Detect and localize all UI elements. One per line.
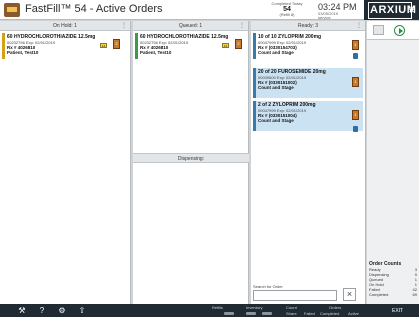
patient-name: Count and Stage	[258, 85, 294, 90]
date-sub: service	[318, 15, 331, 20]
side-panel: Order Counts Ready 3 Dispensing 0 Queued 1 …	[367, 21, 419, 304]
hamburger-icon[interactable]: ☰	[409, 6, 415, 14]
bin-icon[interactable]	[373, 25, 384, 35]
share-tab[interactable]: Share	[286, 311, 297, 316]
on-hold-column: On Hold: 1 ⋮ 60 HYDROCHLOROTHIAZIDE 12.5…	[0, 21, 131, 304]
order-card[interactable]: 60 HYDROCHLOROTHIAZIDE 12.5mg 00232756 E…	[2, 33, 128, 59]
active-tab[interactable]: Active	[348, 311, 359, 316]
exit-button[interactable]: EXIT	[392, 308, 403, 314]
wrench-icon[interactable]: ⚒	[18, 307, 26, 315]
trash-icon[interactable]	[353, 126, 358, 132]
play-icon[interactable]	[394, 25, 405, 36]
side-controls	[367, 21, 419, 40]
ready-column: Ready: 3 ⋮ 10 of 10 ZYLOPRIM 200mg 00047…	[251, 21, 366, 304]
orders-label[interactable]: Orders	[329, 305, 341, 310]
priority-tag: 14	[100, 43, 107, 48]
help-icon[interactable]: ?	[38, 307, 46, 315]
on-hold-header: On Hold: 1 ⋮	[0, 21, 130, 31]
app-header: FastFill™ 54 - Active Orders Completed T…	[0, 0, 419, 20]
clear-search-button[interactable]: ×	[343, 288, 356, 301]
gear-icon[interactable]: ⚙	[58, 307, 66, 315]
order-card-selected[interactable]: 2 of 2 ZYLOPRIM 200mg 00047999 Exp: 02/0…	[253, 101, 363, 131]
kebab-menu-icon[interactable]: ⋮	[356, 21, 362, 31]
inventory-tab-2[interactable]	[262, 312, 272, 315]
kebab-menu-icon[interactable]: ⋮	[239, 21, 245, 31]
search-label: Search for Order	[253, 284, 283, 289]
vial-bin-icon: 1	[352, 40, 359, 50]
on-hold-title: On Hold: 1	[53, 23, 77, 29]
inventory-label[interactable]: Inventory	[246, 305, 262, 310]
patient-name: Count and Stage	[258, 50, 294, 55]
fastfill-app: FastFill™ 54 - Active Orders Completed T…	[0, 0, 419, 317]
priority-tag: 14	[222, 43, 229, 48]
ready-header: Ready: 3 ⋮	[251, 21, 365, 31]
queued-header: Queued: 1 ⋮	[133, 21, 248, 31]
ready-title: Ready: 3	[297, 23, 318, 29]
vial-bin-icon: 1	[352, 110, 359, 120]
dispensing-header: Dispensing:	[133, 153, 249, 163]
search-input[interactable]	[253, 290, 337, 301]
refills-label[interactable]: Refills	[212, 305, 223, 310]
refills-tab[interactable]	[224, 312, 234, 315]
vial-bin-icon: 2	[235, 39, 242, 49]
completed-sub: (Refill 8)	[279, 12, 295, 17]
order-card[interactable]: 10 of 10 ZYLOPRIM 200mg 00047999 Exp: 02…	[253, 33, 363, 59]
brand-panel: ARXIUM ☰	[364, 0, 419, 20]
order-card[interactable]: 60 HYDROCHLOROTHIAZIDE 12.5mg 00232756 E…	[135, 33, 246, 59]
upload-icon[interactable]: ⇧	[78, 307, 86, 315]
inventory-tab[interactable]	[246, 312, 256, 315]
order-counts: Order Counts Ready 3 Dispensing 0 Queued 1 …	[369, 261, 419, 297]
completed-today-stat: Completed Today 54 (Refill 8)	[261, 2, 313, 17]
bottom-toolbar: ⚒ ? ⚙ ⇧ Refills Inventory Count Orders S…	[0, 304, 419, 317]
vial-bin-icon: 1	[352, 77, 359, 87]
patient-name: Count and Stage	[258, 118, 294, 123]
kebab-menu-icon[interactable]: ⋮	[121, 21, 127, 31]
vial-bin-icon: 2	[113, 39, 120, 49]
failed-tab[interactable]: Failed	[304, 311, 315, 316]
trash-icon[interactable]	[353, 53, 358, 59]
patient-name: Patient, Test10	[7, 50, 39, 55]
fastfill-logo-icon	[4, 3, 20, 17]
page-title: FastFill™ 54 - Active Orders	[25, 3, 163, 15]
patient-name: Patient, Test10	[140, 50, 172, 55]
count-label[interactable]: Count	[286, 305, 297, 310]
clock-date: 03/05/2019 service	[318, 12, 338, 20]
count-row: Completed 69	[369, 292, 417, 297]
completed-tab[interactable]: Completed	[320, 311, 339, 316]
queued-title: Queued: 1	[178, 23, 203, 29]
order-card-selected[interactable]: 20 of 20 FUROSEMIDE 20mg 00039600 Exp: 0…	[253, 68, 363, 98]
